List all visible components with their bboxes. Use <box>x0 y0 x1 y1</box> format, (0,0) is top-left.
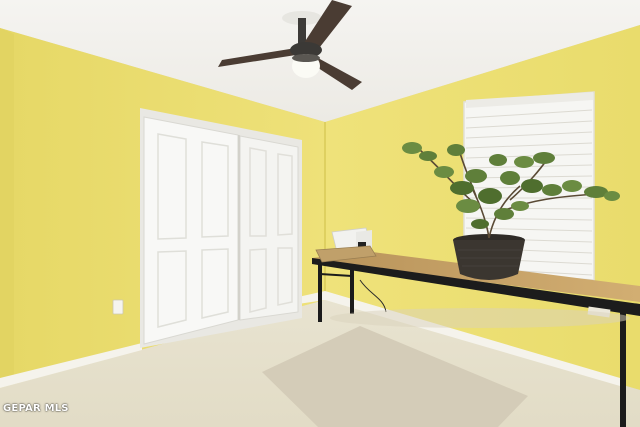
wall-outlet <box>112 299 124 315</box>
table-leg-back-middle <box>350 268 354 314</box>
table-leg-front-right <box>620 312 626 427</box>
table-leg-back-left <box>318 262 322 322</box>
room-illustration <box>0 0 640 427</box>
mls-watermark: GEPAR MLS <box>3 403 69 414</box>
closet-door-left[interactable] <box>143 116 239 345</box>
room-scene: GEPAR MLS <box>0 0 640 427</box>
left-corner-wall <box>0 28 14 382</box>
closet-door-right[interactable] <box>239 135 299 321</box>
